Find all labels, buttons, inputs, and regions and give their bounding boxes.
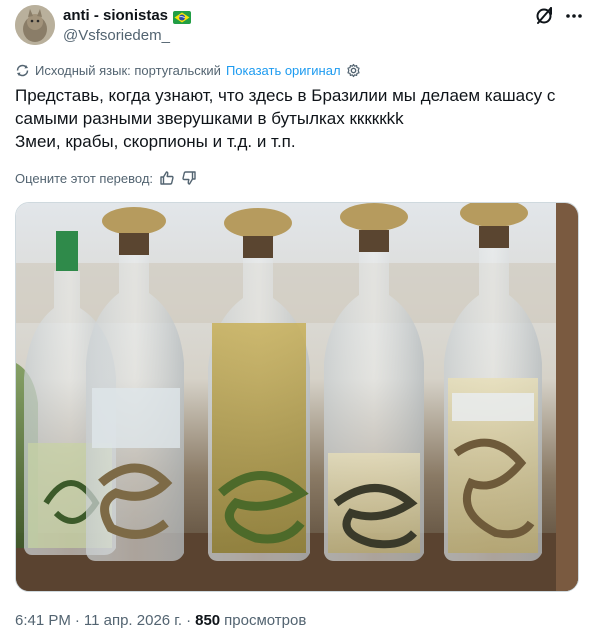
tweet-date[interactable]: 11 апр. 2026 г. [84,611,182,631]
avatar[interactable] [15,5,55,45]
author-handle[interactable]: @Vsfsoriedem_ [63,26,191,46]
author-names: anti - sionistas @Vsfsoriedem_ [63,6,192,46]
tweet-photo[interactable] [15,202,579,592]
more-icon[interactable] [563,5,585,27]
display-name-text[interactable]: anti - sionistas [63,6,168,26]
meta-separator: · [186,612,192,629]
tweet-header: anti - sionistas @Vsfsoriedem_ [15,5,582,47]
tweet-text: Представь, когда узнают, что здесь в Бра… [15,84,580,153]
source-language-label: Исходный язык: португальский [35,62,221,78]
rate-translation: Оцените этот перевод: [15,168,197,188]
grok-icon[interactable] [534,5,556,27]
tweet-meta: 6:41 PM · 11 апр. 2026 г. · 850 просмотр… [15,611,306,631]
translation-bar: Исходный язык: португальский Показать ор… [15,60,361,80]
tweet-text-line: Змеи, крабы, скорпионы и т.д. и т.п. [15,132,296,151]
show-original-link[interactable]: Показать оригинал [226,63,341,78]
gear-icon[interactable] [346,63,361,78]
tweet-time[interactable]: 6:41 PM [15,611,71,631]
views-count[interactable]: 850 [195,611,220,631]
author-display-name[interactable]: anti - sionistas [63,6,192,26]
bottles-photo [16,203,578,591]
brazil-flag-icon [173,10,192,24]
thumbs-down-icon[interactable] [181,170,197,186]
thumbs-up-icon[interactable] [159,170,175,186]
tweet-text-line: Представь, когда узнают, что здесь в Бра… [15,86,556,128]
translate-icon [15,63,30,78]
meta-separator: · [74,612,80,629]
rate-translation-label: Оцените этот перевод: [15,170,154,186]
views-label: просмотров [224,612,307,629]
